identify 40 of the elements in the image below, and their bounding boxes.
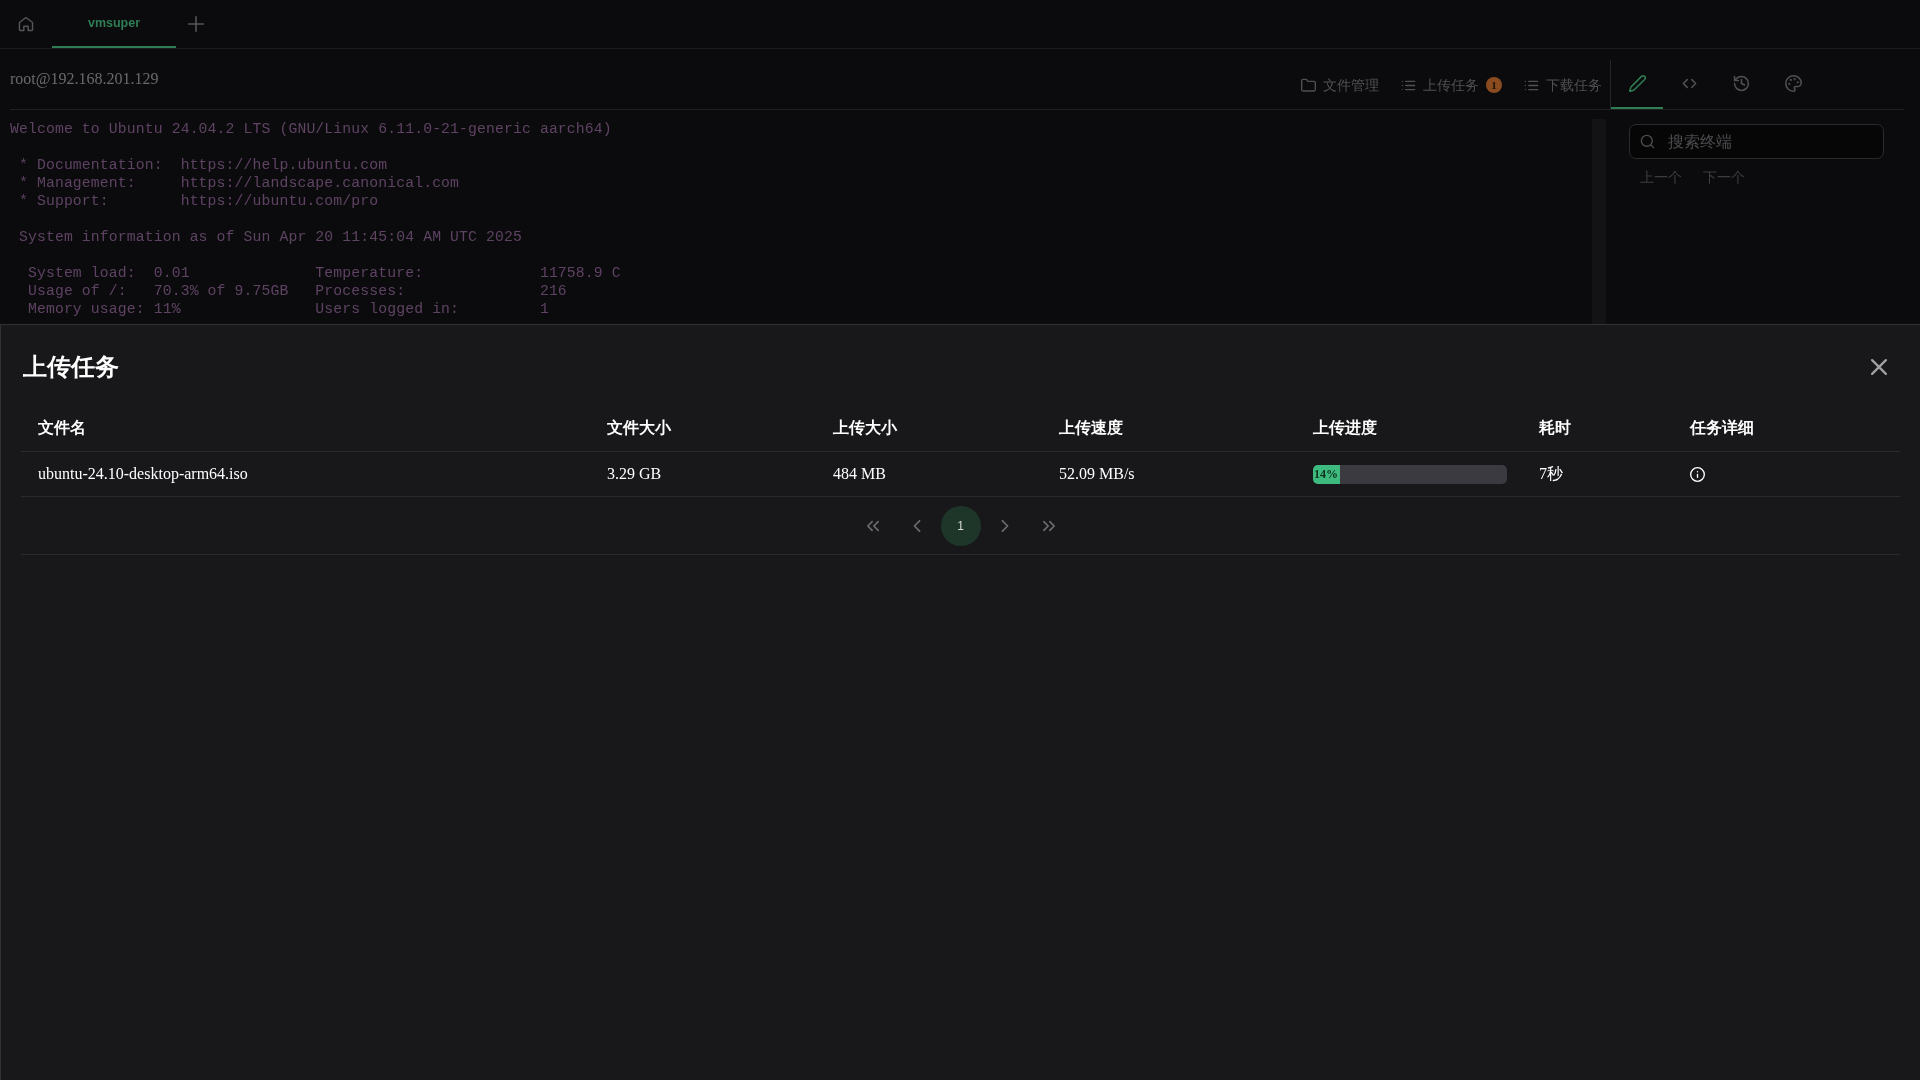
table-cell: 52.09 MB/s [1059,465,1135,482]
info-icon[interactable] [1690,466,1705,482]
toolbar-button[interactable]: 文件管理 [1301,74,1379,96]
column-header: 上传大小 [833,419,897,436]
column-header: 任务详细 [1690,419,1754,436]
folder-icon [1301,77,1316,93]
table-cell: 7秒 [1539,465,1563,482]
page-button[interactable]: 1 [940,505,981,546]
history-icon [1732,75,1750,92]
table-cell: 484 MB [833,465,886,482]
connection-host: root@192.168.201.129 [10,69,159,90]
progress-label: 14% [1313,466,1338,483]
terminal-line: System information as of Sun Apr 20 11:45:04 AM UTC 2025 [17,228,522,246]
search-field[interactable]: 搜索终端 [1629,124,1884,159]
terminal-line: Memory usage: 11% Users logged in: 1 [26,300,549,318]
search-icon [1640,134,1655,149]
first-page-icon[interactable] [866,519,879,532]
palette-icon [1784,75,1802,92]
terminal-line: * Management: https://landscape.canonical.com [17,174,460,192]
terminal-line: * Support: https://ubuntu.com/pro [17,192,379,210]
table-cell: ubuntu-24.10-desktop-arm64.iso [38,465,248,482]
column-header: 耗时 [1539,419,1571,436]
terminal-line: Welcome to Ubuntu 24.04.2 LTS (GNU/Linux 6.11.0-21-generic aarch64) [10,120,612,138]
toolbar-button[interactable]: 下载任务 [1524,74,1602,96]
column-header: 上传进度 [1313,419,1377,436]
table-cell: 3.29 GB [607,465,662,482]
session-tab[interactable]: vmsuper [52,0,176,48]
terminal-line: System load: 0.01 Temperature: 11758.9 C [26,264,621,282]
terminal-line: Usage of /: 70.3% of 9.75GB Processes: 216 [26,282,567,300]
last-page-icon[interactable] [1042,519,1055,532]
drawer-title: 上传任务 [23,353,119,382]
column-header: 文件大小 [607,419,671,436]
close-icon[interactable] [1871,359,1887,375]
column-header: 文件名 [38,419,86,436]
pencil-icon [1628,75,1646,92]
add-tab-icon[interactable] [188,16,204,32]
count-badge: 1 [1486,77,1502,93]
home-icon[interactable] [18,16,34,32]
column-header: 上传速度 [1059,419,1123,436]
terminal-line: * Documentation: https://help.ubuntu.com [17,156,388,174]
